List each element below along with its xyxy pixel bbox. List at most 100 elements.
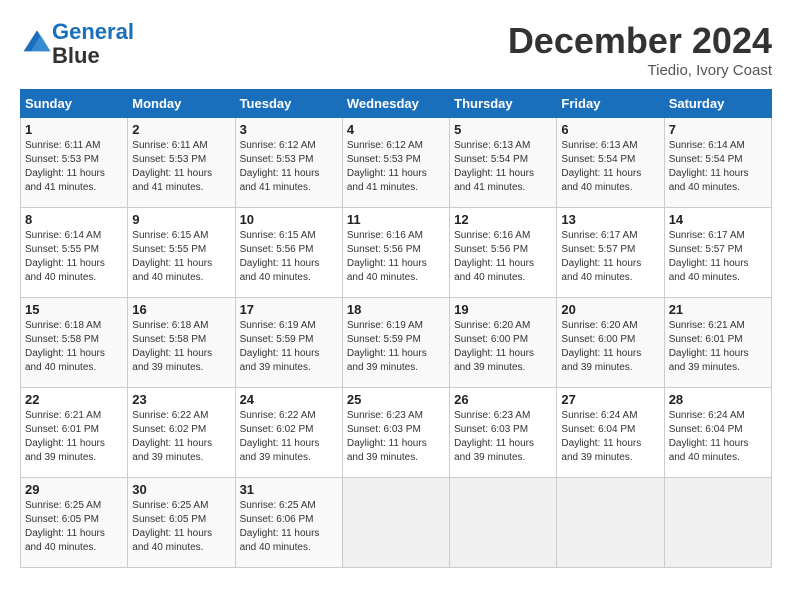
day-info: Sunrise: 6:12 AM Sunset: 5:53 PM Dayligh… bbox=[347, 140, 427, 193]
calendar-week-row: 22 Sunrise: 6:21 AM Sunset: 6:01 PM Dayl… bbox=[21, 388, 772, 478]
day-info: Sunrise: 6:16 AM Sunset: 5:56 PM Dayligh… bbox=[347, 230, 427, 283]
table-row bbox=[557, 478, 664, 568]
day-info: Sunrise: 6:19 AM Sunset: 5:59 PM Dayligh… bbox=[240, 320, 320, 373]
day-number: 4 bbox=[347, 122, 445, 137]
day-number: 31 bbox=[240, 482, 338, 497]
day-number: 17 bbox=[240, 302, 338, 317]
day-number: 10 bbox=[240, 212, 338, 227]
day-number: 22 bbox=[25, 392, 123, 407]
table-row: 1 Sunrise: 6:11 AM Sunset: 5:53 PM Dayli… bbox=[21, 118, 128, 208]
day-info: Sunrise: 6:15 AM Sunset: 5:56 PM Dayligh… bbox=[240, 230, 320, 283]
day-number: 29 bbox=[25, 482, 123, 497]
logo-icon bbox=[22, 27, 52, 57]
day-info: Sunrise: 6:25 AM Sunset: 6:06 PM Dayligh… bbox=[240, 500, 320, 553]
table-row: 13 Sunrise: 6:17 AM Sunset: 5:57 PM Dayl… bbox=[557, 208, 664, 298]
day-info: Sunrise: 6:13 AM Sunset: 5:54 PM Dayligh… bbox=[561, 140, 641, 193]
table-row: 6 Sunrise: 6:13 AM Sunset: 5:54 PM Dayli… bbox=[557, 118, 664, 208]
day-info: Sunrise: 6:21 AM Sunset: 6:01 PM Dayligh… bbox=[25, 410, 105, 463]
table-row bbox=[450, 478, 557, 568]
table-row: 11 Sunrise: 6:16 AM Sunset: 5:56 PM Dayl… bbox=[342, 208, 449, 298]
table-row: 15 Sunrise: 6:18 AM Sunset: 5:58 PM Dayl… bbox=[21, 298, 128, 388]
table-row: 12 Sunrise: 6:16 AM Sunset: 5:56 PM Dayl… bbox=[450, 208, 557, 298]
day-number: 28 bbox=[669, 392, 767, 407]
day-info: Sunrise: 6:23 AM Sunset: 6:03 PM Dayligh… bbox=[347, 410, 427, 463]
day-number: 16 bbox=[132, 302, 230, 317]
table-row: 20 Sunrise: 6:20 AM Sunset: 6:00 PM Dayl… bbox=[557, 298, 664, 388]
calendar-week-row: 29 Sunrise: 6:25 AM Sunset: 6:05 PM Dayl… bbox=[21, 478, 772, 568]
table-row: 24 Sunrise: 6:22 AM Sunset: 6:02 PM Dayl… bbox=[235, 388, 342, 478]
page-header: GeneralBlue December 2024 Tiedio, Ivory … bbox=[20, 20, 772, 79]
calendar-table: Sunday Monday Tuesday Wednesday Thursday… bbox=[20, 89, 772, 568]
day-info: Sunrise: 6:20 AM Sunset: 6:00 PM Dayligh… bbox=[561, 320, 641, 373]
col-thursday: Thursday bbox=[450, 90, 557, 118]
day-info: Sunrise: 6:14 AM Sunset: 5:55 PM Dayligh… bbox=[25, 230, 105, 283]
day-info: Sunrise: 6:15 AM Sunset: 5:55 PM Dayligh… bbox=[132, 230, 212, 283]
location: Tiedio, Ivory Coast bbox=[508, 62, 772, 79]
col-monday: Monday bbox=[128, 90, 235, 118]
day-info: Sunrise: 6:24 AM Sunset: 6:04 PM Dayligh… bbox=[561, 410, 641, 463]
col-tuesday: Tuesday bbox=[235, 90, 342, 118]
logo: GeneralBlue bbox=[20, 20, 134, 68]
day-number: 7 bbox=[669, 122, 767, 137]
table-row: 22 Sunrise: 6:21 AM Sunset: 6:01 PM Dayl… bbox=[21, 388, 128, 478]
table-row: 23 Sunrise: 6:22 AM Sunset: 6:02 PM Dayl… bbox=[128, 388, 235, 478]
day-number: 9 bbox=[132, 212, 230, 227]
day-number: 3 bbox=[240, 122, 338, 137]
day-info: Sunrise: 6:21 AM Sunset: 6:01 PM Dayligh… bbox=[669, 320, 749, 373]
table-row: 31 Sunrise: 6:25 AM Sunset: 6:06 PM Dayl… bbox=[235, 478, 342, 568]
day-number: 18 bbox=[347, 302, 445, 317]
col-sunday: Sunday bbox=[21, 90, 128, 118]
table-row: 9 Sunrise: 6:15 AM Sunset: 5:55 PM Dayli… bbox=[128, 208, 235, 298]
day-number: 5 bbox=[454, 122, 552, 137]
table-row: 3 Sunrise: 6:12 AM Sunset: 5:53 PM Dayli… bbox=[235, 118, 342, 208]
calendar-week-row: 15 Sunrise: 6:18 AM Sunset: 5:58 PM Dayl… bbox=[21, 298, 772, 388]
table-row: 2 Sunrise: 6:11 AM Sunset: 5:53 PM Dayli… bbox=[128, 118, 235, 208]
day-number: 2 bbox=[132, 122, 230, 137]
calendar-week-row: 1 Sunrise: 6:11 AM Sunset: 5:53 PM Dayli… bbox=[21, 118, 772, 208]
day-number: 6 bbox=[561, 122, 659, 137]
day-number: 21 bbox=[669, 302, 767, 317]
day-number: 11 bbox=[347, 212, 445, 227]
month-title: December 2024 bbox=[508, 20, 772, 62]
day-info: Sunrise: 6:17 AM Sunset: 5:57 PM Dayligh… bbox=[669, 230, 749, 283]
day-info: Sunrise: 6:11 AM Sunset: 5:53 PM Dayligh… bbox=[25, 140, 105, 193]
table-row: 26 Sunrise: 6:23 AM Sunset: 6:03 PM Dayl… bbox=[450, 388, 557, 478]
col-saturday: Saturday bbox=[664, 90, 771, 118]
table-row: 10 Sunrise: 6:15 AM Sunset: 5:56 PM Dayl… bbox=[235, 208, 342, 298]
day-info: Sunrise: 6:18 AM Sunset: 5:58 PM Dayligh… bbox=[25, 320, 105, 373]
day-info: Sunrise: 6:20 AM Sunset: 6:00 PM Dayligh… bbox=[454, 320, 534, 373]
day-info: Sunrise: 6:24 AM Sunset: 6:04 PM Dayligh… bbox=[669, 410, 749, 463]
day-number: 24 bbox=[240, 392, 338, 407]
day-number: 25 bbox=[347, 392, 445, 407]
table-row: 28 Sunrise: 6:24 AM Sunset: 6:04 PM Dayl… bbox=[664, 388, 771, 478]
day-info: Sunrise: 6:23 AM Sunset: 6:03 PM Dayligh… bbox=[454, 410, 534, 463]
col-wednesday: Wednesday bbox=[342, 90, 449, 118]
title-block: December 2024 Tiedio, Ivory Coast bbox=[508, 20, 772, 79]
table-row: 25 Sunrise: 6:23 AM Sunset: 6:03 PM Dayl… bbox=[342, 388, 449, 478]
day-info: Sunrise: 6:16 AM Sunset: 5:56 PM Dayligh… bbox=[454, 230, 534, 283]
table-row: 17 Sunrise: 6:19 AM Sunset: 5:59 PM Dayl… bbox=[235, 298, 342, 388]
day-number: 14 bbox=[669, 212, 767, 227]
table-row: 4 Sunrise: 6:12 AM Sunset: 5:53 PM Dayli… bbox=[342, 118, 449, 208]
day-number: 30 bbox=[132, 482, 230, 497]
table-row bbox=[342, 478, 449, 568]
day-number: 19 bbox=[454, 302, 552, 317]
table-row: 19 Sunrise: 6:20 AM Sunset: 6:00 PM Dayl… bbox=[450, 298, 557, 388]
table-row: 8 Sunrise: 6:14 AM Sunset: 5:55 PM Dayli… bbox=[21, 208, 128, 298]
calendar-week-row: 8 Sunrise: 6:14 AM Sunset: 5:55 PM Dayli… bbox=[21, 208, 772, 298]
day-number: 8 bbox=[25, 212, 123, 227]
day-info: Sunrise: 6:25 AM Sunset: 6:05 PM Dayligh… bbox=[132, 500, 212, 553]
table-row: 21 Sunrise: 6:21 AM Sunset: 6:01 PM Dayl… bbox=[664, 298, 771, 388]
day-info: Sunrise: 6:12 AM Sunset: 5:53 PM Dayligh… bbox=[240, 140, 320, 193]
day-info: Sunrise: 6:25 AM Sunset: 6:05 PM Dayligh… bbox=[25, 500, 105, 553]
day-info: Sunrise: 6:13 AM Sunset: 5:54 PM Dayligh… bbox=[454, 140, 534, 193]
table-row: 30 Sunrise: 6:25 AM Sunset: 6:05 PM Dayl… bbox=[128, 478, 235, 568]
table-row: 5 Sunrise: 6:13 AM Sunset: 5:54 PM Dayli… bbox=[450, 118, 557, 208]
day-number: 15 bbox=[25, 302, 123, 317]
day-info: Sunrise: 6:17 AM Sunset: 5:57 PM Dayligh… bbox=[561, 230, 641, 283]
day-info: Sunrise: 6:11 AM Sunset: 5:53 PM Dayligh… bbox=[132, 140, 212, 193]
col-friday: Friday bbox=[557, 90, 664, 118]
day-info: Sunrise: 6:14 AM Sunset: 5:54 PM Dayligh… bbox=[669, 140, 749, 193]
table-row: 14 Sunrise: 6:17 AM Sunset: 5:57 PM Dayl… bbox=[664, 208, 771, 298]
day-info: Sunrise: 6:18 AM Sunset: 5:58 PM Dayligh… bbox=[132, 320, 212, 373]
